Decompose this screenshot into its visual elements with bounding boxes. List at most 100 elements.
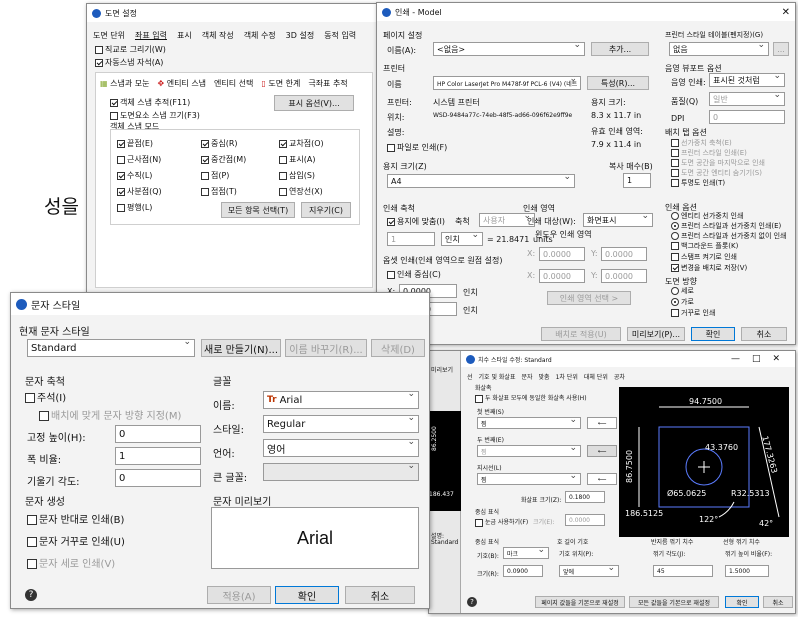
tab-3d[interactable]: 3D 설정 [286,30,315,41]
center-plot-checkbox[interactable]: 인쇄 중심(C) [387,269,441,280]
subtab-entity-snap[interactable]: ✥ 엔티티 스냅 [157,78,207,89]
snap-off-checkbox[interactable]: 도면요소 스냅 끄기(F3) [110,110,200,121]
bigfont-select[interactable] [263,463,419,481]
fit-to-paper-checkbox[interactable]: 용지에 맞춤(I) [387,216,445,227]
mode-extension[interactable]: 연장선(X) [279,186,323,197]
tab-tolerance[interactable]: 공차 [614,372,625,381]
mark-type-select[interactable]: 마크 [503,547,549,559]
opt-lineweight-scale[interactable]: 선가중치 축척(E) [671,138,732,148]
subtab-entity-select[interactable]: 엔티티 선택 [214,78,253,89]
opt-stamp[interactable]: 스탬프 켜기로 인쇄 [671,252,737,262]
opt-save-to-layout[interactable]: 변경을 배치로 저장(V) [671,263,747,273]
print-to-file-checkbox[interactable]: 파일로 인쇄(F) [387,142,447,153]
help-icon[interactable]: ? [25,589,37,601]
window-x1[interactable]: 0.0000 [539,247,585,261]
shade-plot-select[interactable]: 표시된 것처럼 [709,73,785,87]
select-area-button[interactable]: 인쇄 영역 선택 > [547,291,631,305]
apply-button[interactable]: 적용(A) [207,586,271,604]
first-arrow-select[interactable]: 찜 [477,417,581,429]
mode-center[interactable]: 중심(R) [201,138,238,149]
opt-transparency[interactable]: 투명도 인쇄(T) [671,178,725,188]
reset-all-button[interactable]: 모든 값들을 기본으로 재설정 [629,596,719,608]
arrow-size-input[interactable]: 0.1800 [565,491,605,503]
paper-size-select[interactable]: A4 [387,174,575,188]
mode-endpoint[interactable]: 끝점(E) [117,138,153,149]
radio-no-styles[interactable]: 프린터 스타일과 선가중치 없이 인쇄 [671,231,787,241]
tab-units[interactable]: 도면 단위 [93,30,125,41]
opt-paperspace-last[interactable]: 도면 공간을 마지막으로 인쇄 [671,158,765,168]
properties-button[interactable]: 특성(R)... [587,76,649,90]
display-options-button[interactable]: 표시 옵션(V)... [274,95,354,111]
subtab-polar[interactable]: 극좌표 추적 [308,78,347,89]
ok-button[interactable]: 확인 [691,327,735,341]
clear-button[interactable]: 지우기(C) [301,202,351,218]
window-controls[interactable]: —□✕ [731,354,792,364]
font-style-select[interactable]: Regular [263,415,419,433]
mode-quadrant[interactable]: 사분점(Q) [117,186,162,197]
ok-button[interactable]: 확인 [725,596,759,608]
tab-entity-modify[interactable]: 객체 수정 [244,30,276,41]
scale-value[interactable]: 1 [387,232,435,246]
tab-alternate[interactable]: 대체 단위 [584,372,608,381]
mode-midpoint[interactable]: 중간점(M) [201,154,246,165]
plot-style-select[interactable]: 없음 [669,42,769,56]
tab-dynamic-input[interactable]: 동적 입력 [324,30,356,41]
rename-button[interactable]: 이름 바꾸기(R)... [285,339,367,357]
tab-fit[interactable]: 맞춤 [539,372,550,381]
mode-apparent[interactable]: 표시(A) [279,154,315,165]
close-icon[interactable]: ✕ [782,7,790,18]
delete-button[interactable]: 삭제(D) [371,339,425,357]
apply-layout-button[interactable]: 배치로 적용(U) [541,327,621,341]
arc-pos-select[interactable]: 앞에 [559,565,619,577]
cancel-button[interactable]: 취소 [345,586,415,604]
mark-size-input[interactable]: 0.0900 [503,565,543,577]
radio-portrait[interactable]: 세로 [671,286,694,296]
height-input[interactable]: 0 [115,425,201,443]
match-orientation-checkbox[interactable]: 배치에 맞게 문자 방향 지정(M) [39,407,181,422]
ortho-checkbox[interactable]: 직교로 그리기(W) [95,44,166,55]
tick-size-input[interactable]: 0.0000 [565,514,605,526]
use-tick-checkbox[interactable]: 눈금 사용하기(F) [475,517,528,527]
unit-select[interactable]: 인치 [441,232,483,246]
upside-down-checkbox[interactable]: 문자 거꾸로 인쇄(U) [27,533,125,548]
snap-magnet-checkbox[interactable]: 자동스냅 자석(A) [95,57,163,68]
tab-primary[interactable]: 1차 단위 [556,372,578,381]
oblique-input[interactable]: 0 [115,469,201,487]
mode-parallel[interactable]: 평행(L) [117,202,152,213]
window-y1[interactable]: 0.0000 [601,247,647,261]
select-all-button[interactable]: 모든 항목 선택(T) [221,202,295,218]
leader-select[interactable]: 찜 [477,473,581,485]
printer-select[interactable]: HP Color LaserJet Pro M478f-9f PCL-6 (V4… [433,76,581,90]
jog-angle-input[interactable]: 45 [653,565,713,577]
subtab-snap-grid[interactable]: ▦ 스냅과 모눈 [100,78,149,89]
font-name-select[interactable]: Tr Arial [263,391,419,409]
radio-styles-lineweights[interactable]: 프린터 스타일과 선가중치 인쇄(E) [671,221,781,231]
mode-node[interactable]: 점(P) [201,170,229,181]
mode-insertion[interactable]: 삽입(S) [279,170,315,181]
cancel-button[interactable]: 취소 [763,596,793,608]
cancel-button[interactable]: 취소 [741,327,787,341]
dpi-input[interactable]: 0 [709,110,785,124]
width-factor-input[interactable]: 1 [115,447,201,465]
tab-coord-input[interactable]: 좌표 입력 [135,30,167,41]
target-select[interactable]: 화면표시 [583,213,653,227]
opt-background-plot[interactable]: 백그라운드 플롯(K) [671,241,738,251]
snap-track-checkbox[interactable]: 객체 스냅 추적(F11) [110,97,190,108]
language-select[interactable]: 영어 [263,439,419,457]
help-icon[interactable]: ? [467,597,477,607]
quality-select[interactable]: 일반 [709,92,785,106]
tab-text[interactable]: 문자 [521,372,532,381]
current-style-select[interactable]: Standard [27,339,195,357]
window-x2[interactable]: 0.0000 [539,269,585,283]
tab-entity-create[interactable]: 객체 작성 [202,30,234,41]
radio-entity-lineweights[interactable]: 엔티티 선가중치 인쇄 [671,211,743,221]
jog-height-input[interactable]: 1.5000 [725,565,769,577]
opt-plot-styles[interactable]: 프린터 스타일 인쇄(E) [671,148,747,158]
vertical-checkbox[interactable]: 문자 세로 인쇄(V) [27,555,115,570]
tab-display[interactable]: 표시 [177,30,192,41]
second-arrow-select[interactable]: 찜 [477,445,581,457]
mode-nearest[interactable]: 근사점(N) [117,154,161,165]
mode-intersection[interactable]: 교차점(O) [279,138,324,149]
radio-landscape[interactable]: 가로 [671,297,694,307]
reset-page-button[interactable]: 페이지 값들을 기본으로 재설정 [535,596,625,608]
